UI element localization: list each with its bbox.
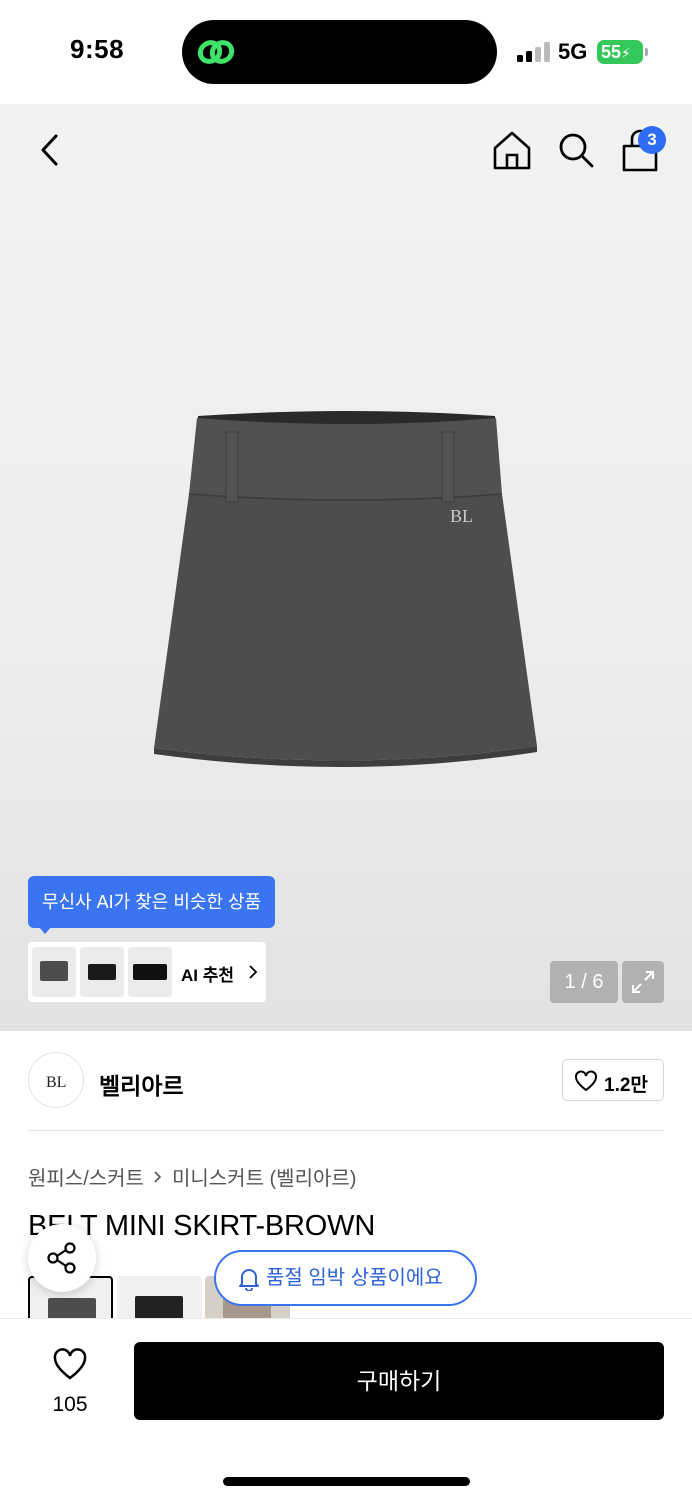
back-icon[interactable]	[30, 126, 70, 174]
share-icon	[47, 1242, 76, 1274]
soldout-label: 품절 임박 상품이에요	[266, 1267, 443, 1289]
search-icon[interactable]	[555, 128, 597, 172]
product-gallery[interactable]: 3 BL 무신사 AI가 찾은 비슷한 상품 AI 추천 1 / 6	[0, 104, 692, 1031]
breadcrumb: 원피스/스커트 미니스커트 (벨리아르)	[28, 1162, 356, 1191]
cart-count-badge: 3	[638, 126, 666, 154]
breadcrumb-category[interactable]: 원피스/스커트	[28, 1162, 144, 1191]
divider	[28, 1130, 664, 1131]
signal-icon	[517, 42, 551, 62]
svg-text:BL: BL	[450, 506, 473, 526]
cart-button[interactable]: 3	[618, 126, 666, 174]
product-image: BL	[154, 411, 537, 768]
ai-similar-tooltip[interactable]: 무신사 AI가 찾은 비슷한 상품	[28, 876, 276, 928]
ai-recommend-label: AI 추천	[181, 966, 235, 985]
buy-button[interactable]: 구매하기	[134, 1342, 664, 1420]
breadcrumb-subcategory[interactable]: 미니스커트 (벨리아르)	[172, 1162, 356, 1191]
heart-icon	[53, 1348, 87, 1380]
wishlist-button[interactable]: 105	[40, 1343, 100, 1419]
share-button[interactable]	[28, 1224, 96, 1292]
link-app-icon	[197, 40, 235, 64]
wishlist-count: 105	[52, 1393, 88, 1416]
dynamic-island	[182, 20, 497, 84]
battery-icon: 55⚡	[597, 40, 643, 64]
brand-like-count: 1.2만	[604, 1075, 648, 1096]
svg-text:BL: BL	[46, 1074, 66, 1091]
bottom-action-bar: 105 구매하기	[0, 1318, 692, 1500]
home-indicator	[223, 1477, 470, 1486]
ai-thumb-3[interactable]	[128, 947, 172, 997]
network-type: 5G	[558, 39, 588, 64]
brand-logo-mark: BL	[46, 1074, 66, 1091]
ai-recommend-strip[interactable]: AI 추천	[28, 942, 266, 1002]
expand-icon	[632, 971, 654, 993]
bell-icon	[239, 1269, 259, 1291]
home-icon[interactable]	[490, 128, 534, 172]
chevron-right-icon	[249, 965, 258, 979]
status-time: 9:58	[70, 34, 125, 64]
brand-name[interactable]: 벨리아르	[99, 1067, 184, 1101]
ai-thumb-2[interactable]	[80, 947, 124, 997]
brand-like-button[interactable]: 1.2만	[562, 1059, 664, 1101]
page-counter: 1 / 6	[550, 961, 618, 1003]
brand-logo[interactable]: BL	[28, 1052, 84, 1108]
ai-thumb-1[interactable]	[32, 947, 76, 997]
battery-tip	[645, 48, 648, 56]
status-bar: 9:58 5G 55⚡	[0, 0, 692, 104]
battery-level: 55	[601, 42, 622, 62]
expand-button[interactable]	[622, 961, 664, 1003]
tooltip-tail	[38, 926, 52, 934]
heart-icon	[575, 1070, 597, 1092]
chevron-right-icon	[154, 1170, 162, 1183]
soldout-notice[interactable]: 품절 임박 상품이에요	[214, 1250, 477, 1306]
